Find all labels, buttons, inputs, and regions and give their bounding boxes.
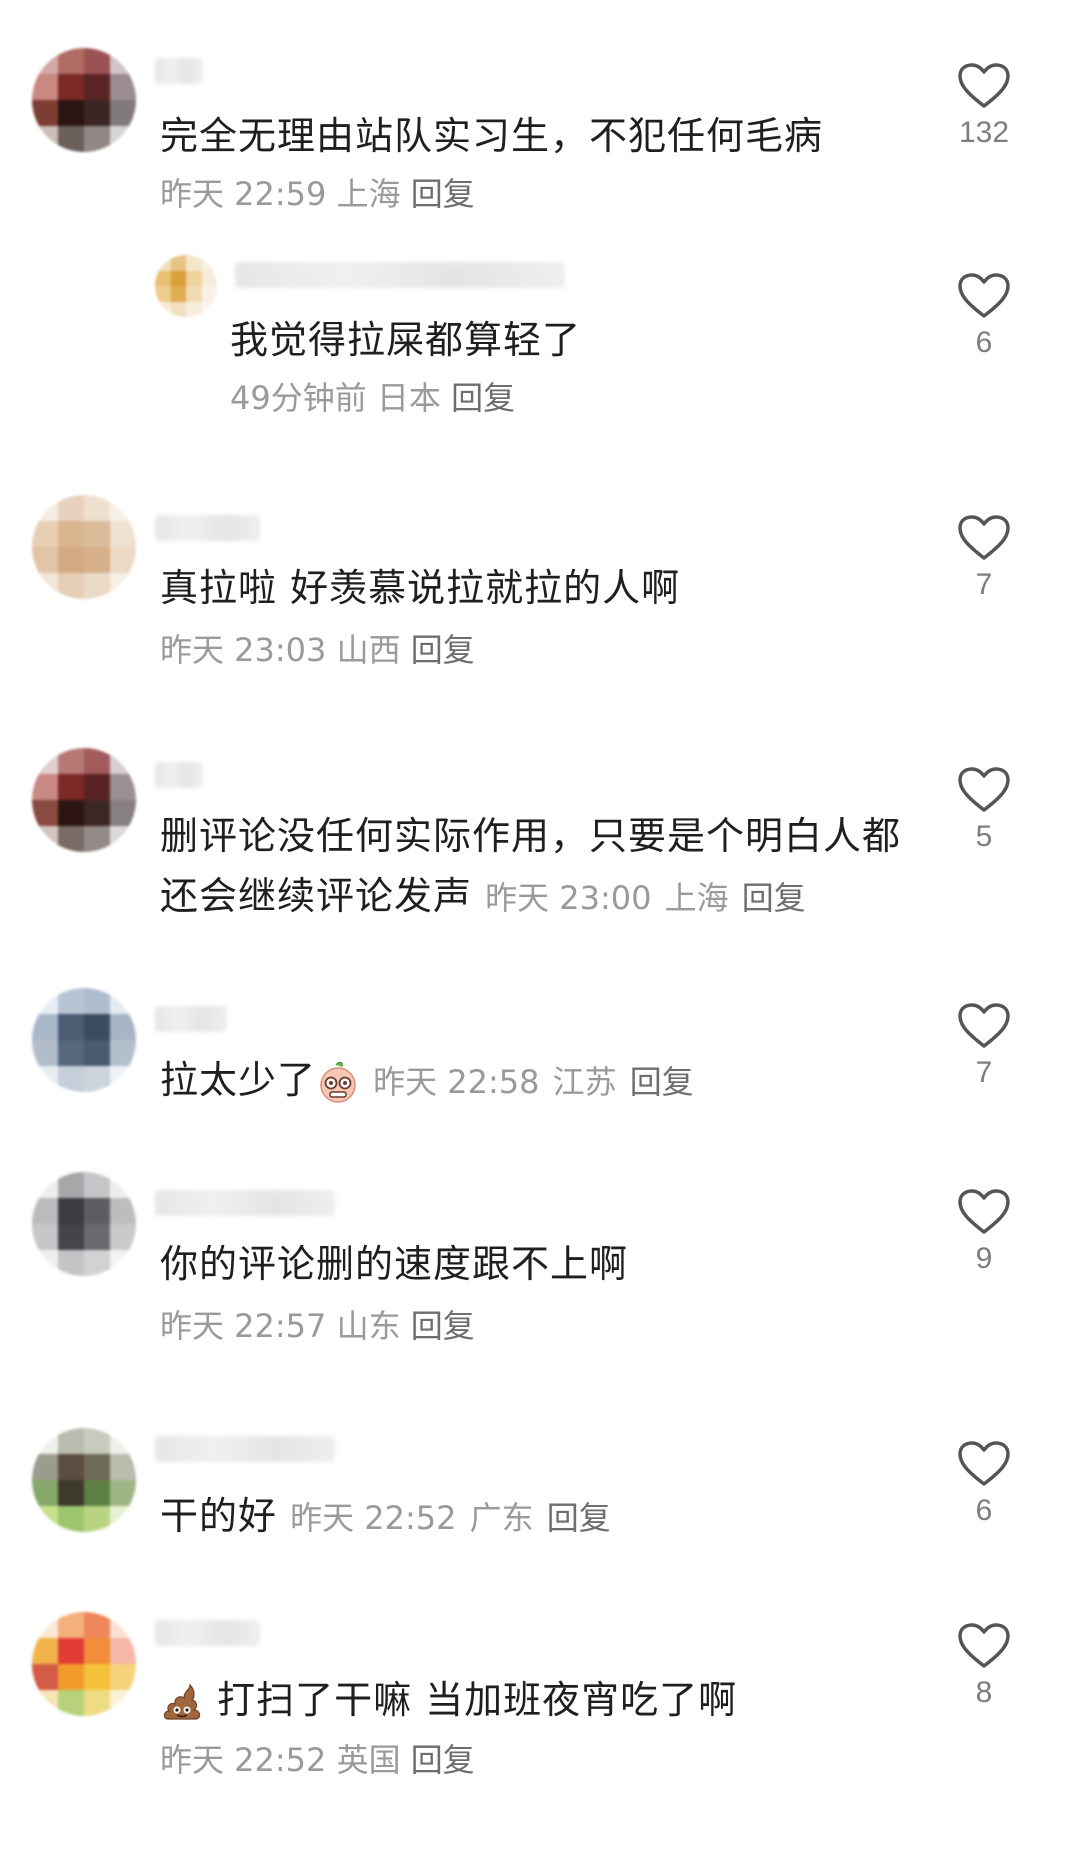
comment-text-line: 拉太少了 昨天 22:58 江苏 回复 <box>160 1052 694 1110</box>
comment-time: 昨天 22:59 <box>160 175 327 213</box>
comment-text: 我觉得拉屎都算轻了 <box>230 318 582 362</box>
heart-outline-icon <box>958 63 1010 108</box>
avatar[interactable] <box>32 748 136 852</box>
like-button[interactable]: 7 <box>936 514 1032 602</box>
comment-feed: 完全无理由站队实习生，不犯任何毛病 昨天 22:59 上海 回复 132 我觉得… <box>0 0 1080 1850</box>
reply-button[interactable]: 回复 <box>411 1741 475 1779</box>
like-count: 6 <box>975 1494 993 1527</box>
comment-meta: 昨天 22:52 英国 回复 <box>160 1738 475 1782</box>
comment-meta: 49分钟前 日本 回复 <box>230 376 515 420</box>
comment-time: 昨天 22:52 <box>160 1741 327 1779</box>
avatar[interactable] <box>32 988 136 1092</box>
comment-meta: 昨天 23:03 山西 回复 <box>160 628 475 672</box>
heart-outline-icon <box>958 1623 1010 1668</box>
reply-button[interactable]: 回复 <box>411 1307 475 1345</box>
like-count: 132 <box>958 116 1010 149</box>
reply-button[interactable]: 回复 <box>451 379 515 417</box>
reply-button[interactable]: 回复 <box>742 879 806 917</box>
like-count: 7 <box>975 568 993 601</box>
username-blurred[interactable] <box>235 262 565 288</box>
username-blurred[interactable] <box>155 1006 227 1032</box>
comment-location: 日本 <box>376 379 441 417</box>
comment-time: 昨天 22:57 <box>160 1307 327 1345</box>
avatar[interactable] <box>32 1172 136 1276</box>
comment-text-line: 打扫了干嘛 当加班夜宵吃了啊 <box>160 1672 737 1728</box>
avatar[interactable] <box>155 255 217 317</box>
like-count: 8 <box>975 1676 993 1709</box>
comment-location: 山东 <box>336 1307 401 1345</box>
like-button[interactable]: 132 <box>936 62 1032 150</box>
comment-location: 英国 <box>336 1741 401 1779</box>
comment-meta: 昨天 22:59 上海 回复 <box>160 172 475 216</box>
comment-location: 江苏 <box>552 1063 617 1101</box>
comment-text: 干的好 <box>160 1494 278 1538</box>
comment-location: 上海 <box>336 175 401 213</box>
like-button[interactable]: 9 <box>936 1188 1032 1276</box>
username-blurred[interactable] <box>155 762 203 788</box>
avatar[interactable] <box>32 48 136 152</box>
comment-time: 昨天 22:58 <box>373 1063 540 1101</box>
comment-text: 删评论没任何实际作用，只要是个明白人都 <box>160 814 902 858</box>
heart-outline-icon <box>958 1003 1010 1048</box>
comment-time: 昨天 23:03 <box>160 631 327 669</box>
like-count: 5 <box>975 820 993 853</box>
like-count: 9 <box>975 1242 993 1275</box>
heart-outline-icon <box>958 515 1010 560</box>
like-count: 7 <box>975 1056 993 1089</box>
username-blurred[interactable] <box>155 515 260 541</box>
comment-text-line2: 还会继续评论发声 昨天 23:00 上海 回复 <box>160 868 806 926</box>
comment-location: 广东 <box>469 1499 534 1537</box>
heart-outline-icon <box>958 273 1010 318</box>
comment-location: 上海 <box>664 879 729 917</box>
username-blurred[interactable] <box>155 1620 260 1646</box>
like-button[interactable]: 6 <box>936 1440 1032 1528</box>
grimace-face-emoji <box>320 1061 356 1103</box>
comment-text: 完全无理由站队实习生，不犯任何毛病 <box>160 114 824 158</box>
like-button[interactable]: 8 <box>936 1622 1032 1710</box>
comment-meta: 昨天 22:57 山东 回复 <box>160 1304 475 1348</box>
comment-time: 昨天 22:52 <box>290 1499 457 1537</box>
comment-location: 山西 <box>336 631 401 669</box>
comment-text: 打扫了干嘛 当加班夜宵吃了啊 <box>217 1678 738 1722</box>
reply-button[interactable]: 回复 <box>547 1499 611 1537</box>
avatar[interactable] <box>32 1612 136 1716</box>
comment-text: 你的评论删的速度跟不上啊 <box>160 1242 629 1286</box>
heart-outline-icon <box>958 1441 1010 1486</box>
like-count: 6 <box>975 326 993 359</box>
avatar[interactable] <box>32 1428 136 1532</box>
poop-emoji <box>163 1683 201 1720</box>
avatar[interactable] <box>32 495 136 599</box>
reply-button[interactable]: 回复 <box>630 1063 694 1101</box>
comment-text: 真拉啦 好羡慕说拉就拉的人啊 <box>160 566 681 610</box>
like-button[interactable]: 5 <box>936 766 1032 854</box>
like-button[interactable]: 6 <box>936 272 1032 360</box>
username-blurred[interactable] <box>155 1436 335 1462</box>
comment-text-line: 干的好 昨天 22:52 广东 回复 <box>160 1488 611 1546</box>
comment-time: 昨天 23:00 <box>485 879 652 917</box>
reply-button[interactable]: 回复 <box>411 631 475 669</box>
heart-outline-icon <box>958 767 1010 812</box>
comment-text: 拉太少了 <box>160 1058 317 1102</box>
heart-outline-icon <box>958 1189 1010 1234</box>
comment-time: 49分钟前 <box>230 379 367 417</box>
username-blurred[interactable] <box>155 1190 335 1216</box>
comment-text: 还会继续评论发声 <box>160 874 473 918</box>
reply-button[interactable]: 回复 <box>411 175 475 213</box>
username-blurred[interactable] <box>155 58 203 84</box>
like-button[interactable]: 7 <box>936 1002 1032 1090</box>
